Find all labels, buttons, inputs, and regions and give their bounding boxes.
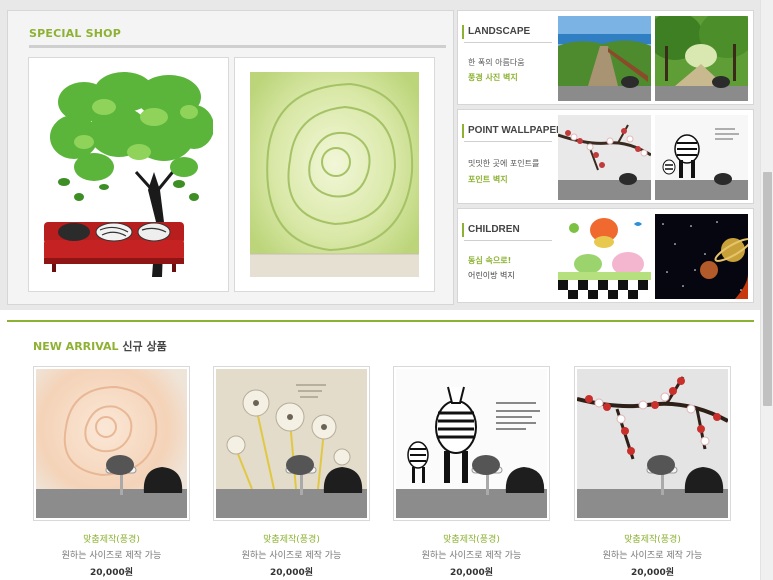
accent-bar (462, 223, 464, 237)
special-shop-card[interactable] (234, 57, 435, 292)
category-landscape[interactable]: LANDSCAPE 한 폭의 아름다움 풍경 사진 벽지 (457, 10, 754, 105)
zebra-icon (396, 369, 547, 518)
product-image[interactable] (213, 366, 370, 521)
category-line1[interactable]: 동심 속으로! (468, 255, 511, 266)
product-desc: 원하는 사이즈로 제작 가능 (241, 551, 342, 561)
product-name[interactable]: 맞춤제작(풍경) (393, 532, 550, 545)
plum-blossom-icon (577, 369, 728, 518)
category-line1: 밋밋한 곳에 포인트를 (468, 159, 540, 168)
divider (464, 42, 552, 43)
category-line2[interactable]: 풍경 사진 벽지 (468, 72, 518, 83)
divider (464, 141, 552, 142)
product-desc: 원하는 사이즈로 제작 가능 (602, 551, 703, 561)
product-card[interactable]: 맞춤제작(풍경) 원하는 사이즈로 제작 가능 20,000원 (574, 366, 731, 580)
tree-sofa-image (44, 72, 213, 277)
top-section: SPECIAL SHOP LANDSCAPE 한 폭의 아름다움 풍경 사진 벽… (0, 0, 760, 310)
category-line2: 어린이방 벽지 (468, 271, 515, 280)
accent-bar (462, 124, 464, 138)
product-name[interactable]: 맞춤제작(풍경) (574, 532, 731, 545)
space-planets-thumb[interactable] (655, 214, 748, 299)
product-name[interactable]: 맞춤제작(풍경) (33, 532, 190, 545)
product-image[interactable] (574, 366, 731, 521)
dandelion-icon (216, 369, 367, 518)
product-desc: 원하는 사이즈로 제작 가능 (61, 551, 162, 561)
category-line1: 한 폭의 아름다움 (468, 58, 525, 67)
divider (464, 240, 552, 241)
cherry-blossom-thumb[interactable] (558, 115, 651, 200)
category-children[interactable]: CHILDREN 동심 속으로! 어린이방 벽지 (457, 208, 754, 303)
product-desc: 원하는 사이즈로 제작 가능 (421, 551, 522, 561)
product-price: 20,000원 (89, 568, 133, 578)
accent-bar (462, 25, 464, 39)
landscape-park-thumb[interactable] (655, 16, 748, 101)
product-price: 20,000원 (630, 568, 674, 578)
vertical-scrollbar[interactable] (760, 0, 773, 580)
kids-cartoon-thumb[interactable] (558, 214, 651, 299)
category-title: CHILDREN (468, 224, 520, 235)
category-line2[interactable]: 포인트 벽지 (468, 174, 508, 185)
product-price: 20,000원 (449, 568, 493, 578)
special-shop-panel: SPECIAL SHOP (7, 10, 454, 305)
new-arrival-title-kr: 신규 상품 (122, 340, 167, 353)
new-arrival-title: NEW ARRIVAL 신규 상품 (33, 338, 167, 354)
special-shop-card[interactable] (28, 57, 229, 292)
scrollbar-thumb[interactable] (763, 172, 772, 406)
product-image[interactable] (33, 366, 190, 521)
section-divider (7, 320, 754, 322)
zebra-thumb[interactable] (655, 115, 748, 200)
category-title: LANDSCAPE (468, 26, 531, 37)
product-card[interactable]: 맞춤제작(풍경) 원하는 사이즈로 제작 가능 20,000원 (393, 366, 550, 580)
product-price: 20,000원 (269, 568, 313, 578)
green-rose-image (250, 72, 419, 277)
landscape-coast-thumb[interactable] (558, 16, 651, 101)
category-point-wallpaper[interactable]: POINT WALLPAPER 밋밋한 곳에 포인트를 포인트 벽지 (457, 109, 754, 204)
divider (29, 45, 446, 48)
category-title: POINT WALLPAPER (468, 125, 564, 136)
product-image[interactable] (393, 366, 550, 521)
product-card[interactable]: 맞춤제작(풍경) 원하는 사이즈로 제작 가능 20,000원 (33, 366, 190, 580)
peach-rose-icon (36, 369, 187, 518)
product-name[interactable]: 맞춤제작(풍경) (213, 532, 370, 545)
special-shop-title: SPECIAL SHOP (29, 27, 121, 40)
new-arrival-title-en: NEW ARRIVAL (33, 340, 119, 353)
product-card[interactable]: 맞춤제작(풍경) 원하는 사이즈로 제작 가능 20,000원 (213, 366, 370, 580)
